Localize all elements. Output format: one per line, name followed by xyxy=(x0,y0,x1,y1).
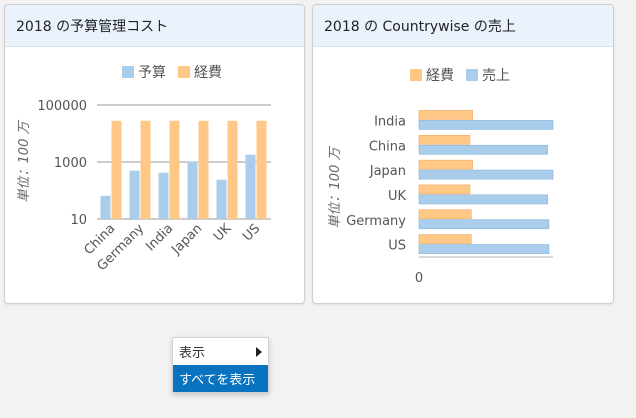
bar xyxy=(158,172,169,219)
y-tick-label: US xyxy=(388,239,406,254)
bar xyxy=(256,120,267,219)
bar xyxy=(198,120,209,219)
y-tick-label: 1000 xyxy=(54,156,87,171)
bar xyxy=(100,195,111,219)
bar xyxy=(418,144,548,155)
bar xyxy=(245,154,256,219)
bar xyxy=(418,110,473,120)
y-tick-label: 100000 xyxy=(37,99,87,114)
bar xyxy=(187,161,198,219)
countrywise-sales-card: 2018 の Countrywise の売上 経費 売上 India China Jap… xyxy=(312,4,614,304)
x-tick-label: 0 xyxy=(415,271,423,286)
y-tick-label: Japan xyxy=(369,164,406,179)
bar xyxy=(227,120,238,219)
bar xyxy=(129,170,140,219)
submenu-arrow-icon xyxy=(256,346,262,357)
menu-item-label: すべてを表示 xyxy=(179,373,256,388)
bar xyxy=(418,209,472,220)
menu-item-view[interactable]: 表示 xyxy=(173,338,268,365)
legend-swatch xyxy=(410,69,422,81)
budget-cost-chart: 予算 経費101000100000単位：100 万ChinaGermanyIndi… xyxy=(16,65,271,274)
legend-swatch xyxy=(122,66,134,78)
bar xyxy=(418,219,550,230)
menu-item-show-all[interactable]: すべてを表示 xyxy=(173,365,268,392)
x-tick-label: UK xyxy=(211,221,235,245)
y-axis-label: 単位：100 万 xyxy=(16,120,32,203)
bar xyxy=(418,134,471,145)
bar xyxy=(418,120,554,130)
y-tick-label: China xyxy=(369,139,406,154)
bar xyxy=(111,120,122,219)
legend-swatch xyxy=(466,69,478,81)
card-header: 2018 の予算管理コスト xyxy=(5,5,304,47)
bar xyxy=(418,184,471,195)
card-title: 2018 の予算管理コスト xyxy=(16,18,169,35)
y-tick-label: India xyxy=(374,114,406,129)
legend-label: 経費 xyxy=(194,65,222,81)
context-menu: 表示 すべてを表示 xyxy=(172,337,269,393)
bar xyxy=(140,120,151,219)
bar xyxy=(418,169,554,180)
legend-label: 売上 xyxy=(482,68,510,84)
card-header: 2018 の Countrywise の売上 xyxy=(313,5,613,47)
countrywise-sales-chart: 経費 売上 India China Japan UK Germany US 0 単位：100 万 xyxy=(327,68,554,286)
x-tick-label: US xyxy=(240,221,263,244)
bar xyxy=(418,194,548,205)
card-title: 2018 の Countrywise の売上 xyxy=(324,18,516,35)
bar xyxy=(418,234,472,244)
legend-label: 予算 xyxy=(138,65,166,81)
bar xyxy=(169,120,180,219)
legend-swatch xyxy=(178,66,190,78)
bar xyxy=(418,159,473,170)
bar xyxy=(418,244,550,254)
x-tick-label: Japan xyxy=(168,221,205,258)
legend-label: 経費 xyxy=(426,68,454,84)
bar xyxy=(216,179,227,219)
y-tick-label: UK xyxy=(388,189,407,204)
y-tick-label: Germany xyxy=(346,214,406,229)
y-tick-label: 10 xyxy=(70,213,87,228)
menu-item-label: 表示 xyxy=(179,346,206,361)
budget-cost-card: 2018 の予算管理コスト 予算 経費 10 1000 100000 単位：100 万 Ch… xyxy=(4,4,305,304)
y-axis-label: 単位：100 万 xyxy=(327,146,343,229)
